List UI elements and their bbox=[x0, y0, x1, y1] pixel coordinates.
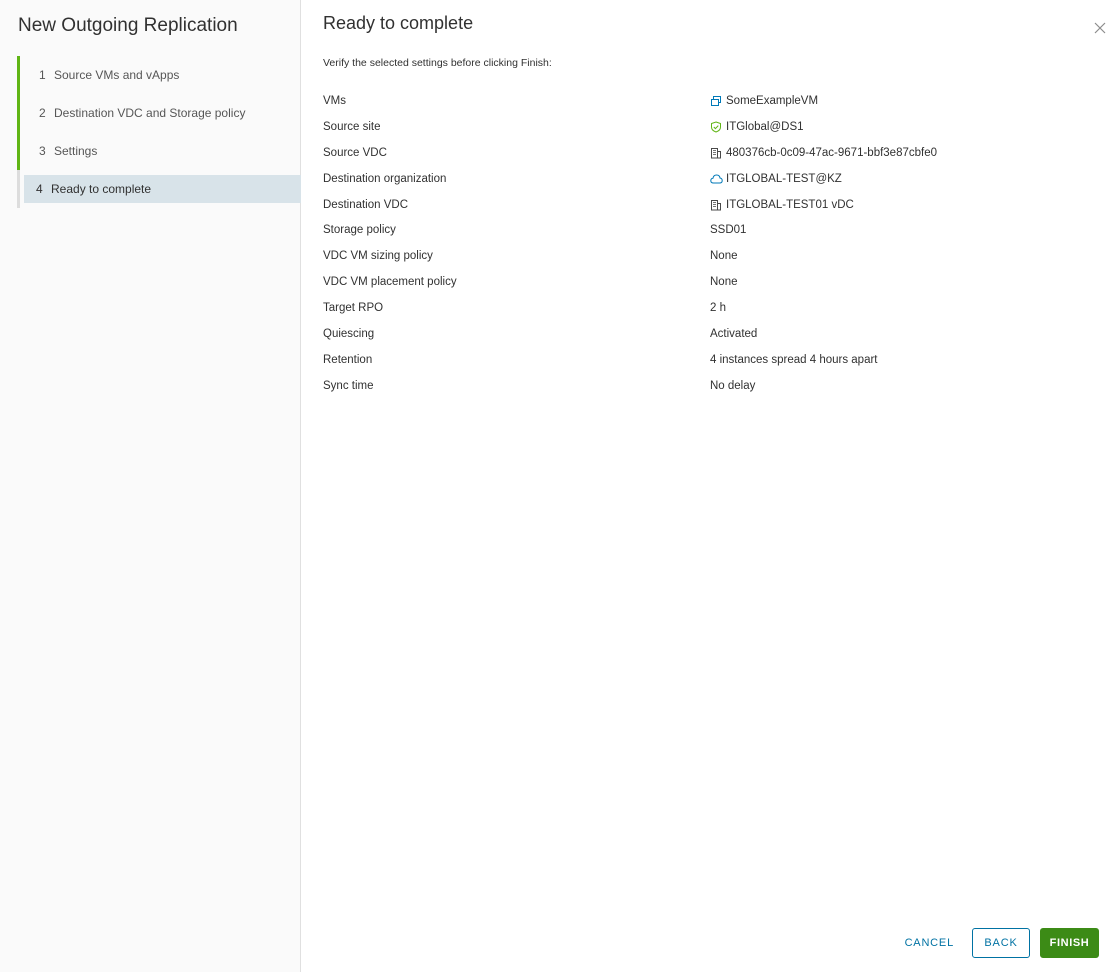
summary-label: Source VDC bbox=[323, 146, 387, 159]
summary-value: SSD01 bbox=[710, 224, 747, 237]
summary-row-vms: VMs SomeExampleVM bbox=[323, 88, 1103, 114]
wizard-step-settings[interactable]: 3 Settings bbox=[17, 132, 301, 170]
step-label: Destination VDC and Storage policy bbox=[54, 106, 246, 120]
page-subtitle: Verify the selected settings before clic… bbox=[323, 57, 552, 69]
cancel-button[interactable]: CANCEL bbox=[895, 928, 964, 958]
summary-value: ITGlobal@DS1 bbox=[710, 121, 804, 133]
summary-value: ITGLOBAL-TEST01 vDC bbox=[710, 199, 854, 211]
summary-row-destination-organization: Destination organization ITGLOBAL-TEST@K… bbox=[323, 166, 1103, 192]
summary-row-vdc-vm-placement-policy: VDC VM placement policy None bbox=[323, 269, 1103, 295]
summary-label: Quiescing bbox=[323, 327, 375, 340]
wizard-footer: CANCEL BACK FINISH bbox=[895, 928, 1099, 958]
summary-value-text: ITGLOBAL-TEST@KZ bbox=[726, 172, 842, 185]
summary-label: VDC VM sizing policy bbox=[323, 250, 433, 263]
step-number: 2 bbox=[39, 106, 46, 120]
summary-value-text: ITGlobal@DS1 bbox=[726, 120, 804, 133]
summary-label: VDC VM placement policy bbox=[323, 276, 457, 289]
wizard-step-ready-to-complete[interactable]: 4 Ready to complete bbox=[17, 170, 301, 208]
cloud-icon bbox=[710, 173, 726, 185]
back-button[interactable]: BACK bbox=[972, 928, 1030, 958]
summary-row-target-rpo: Target RPO 2 h bbox=[323, 295, 1103, 321]
summary-label: Sync time bbox=[323, 379, 374, 392]
step-label: Ready to complete bbox=[51, 182, 152, 196]
step-number: 4 bbox=[36, 182, 43, 196]
summary-value: SomeExampleVM bbox=[710, 95, 818, 107]
summary-row-destination-vdc: Destination VDC ITGLOBAL-TEST01 vDC bbox=[323, 192, 1103, 218]
step-number: 3 bbox=[39, 144, 46, 158]
summary-label: Storage policy bbox=[323, 224, 396, 237]
summary-value: 2 h bbox=[710, 302, 726, 315]
summary-row-storage-policy: Storage policy SSD01 bbox=[323, 217, 1103, 243]
summary-value: Activated bbox=[710, 327, 758, 340]
site-shield-icon bbox=[710, 121, 726, 133]
summary-value-text: ITGLOBAL-TEST01 vDC bbox=[726, 198, 854, 211]
page-title: Ready to complete bbox=[323, 13, 474, 33]
summary-label: VMs bbox=[323, 94, 346, 107]
wizard-step-source-vms[interactable]: 1 Source VMs and vApps bbox=[17, 56, 301, 94]
summary-row-source-site: Source site ITGlobal@DS1 bbox=[323, 114, 1103, 140]
finish-button[interactable]: FINISH bbox=[1040, 928, 1099, 958]
summary-value-text: SomeExampleVM bbox=[726, 94, 819, 107]
summary-label: Source site bbox=[323, 120, 381, 133]
wizard-step-destination-vdc[interactable]: 2 Destination VDC and Storage policy bbox=[17, 94, 301, 132]
summary-value-text: 480376cb-0c09-47ac-9671-bbf3e87cbfe0 bbox=[726, 146, 937, 159]
summary-label: Retention bbox=[323, 353, 373, 366]
summary-label: Target RPO bbox=[323, 302, 384, 315]
wizard-title: New Outgoing Replication bbox=[18, 15, 238, 36]
summary-row-retention: Retention 4 instances spread 4 hours apa… bbox=[323, 347, 1103, 373]
step-number: 1 bbox=[39, 68, 46, 82]
wizard-sidebar: New Outgoing Replication 1 Source VMs an… bbox=[0, 0, 301, 972]
close-icon bbox=[1094, 22, 1106, 34]
step-label: Source VMs and vApps bbox=[54, 68, 180, 82]
summary-value: 480376cb-0c09-47ac-9671-bbf3e87cbfe0 bbox=[710, 147, 937, 159]
summary-list: VMs SomeExampleVM Source site ITGlobal@D… bbox=[323, 88, 1103, 399]
summary-row-vdc-vm-sizing-policy: VDC VM sizing policy None bbox=[323, 243, 1103, 269]
summary-label: Destination VDC bbox=[323, 198, 409, 211]
step-label: Settings bbox=[54, 144, 98, 158]
vdc-building-icon bbox=[710, 199, 726, 211]
summary-value: None bbox=[710, 250, 738, 263]
vm-icon bbox=[710, 95, 726, 107]
summary-value: None bbox=[710, 276, 738, 289]
summary-label: Destination organization bbox=[323, 172, 447, 185]
summary-row-quiescing: Quiescing Activated bbox=[323, 321, 1103, 347]
summary-row-sync-time: Sync time No delay bbox=[323, 373, 1103, 399]
summary-row-source-vdc: Source VDC 480376cb-0c09-47ac-9671-bbf3e… bbox=[323, 140, 1103, 166]
summary-value: ITGLOBAL-TEST@KZ bbox=[710, 173, 842, 185]
wizard-steps: 1 Source VMs and vApps 2 Destination VDC… bbox=[17, 56, 301, 208]
summary-value: 4 instances spread 4 hours apart bbox=[710, 353, 878, 366]
vdc-building-icon bbox=[710, 147, 726, 159]
wizard-content: Ready to complete Verify the selected se… bbox=[301, 0, 1114, 972]
summary-value: No delay bbox=[710, 379, 756, 392]
close-button[interactable] bbox=[1090, 18, 1110, 38]
